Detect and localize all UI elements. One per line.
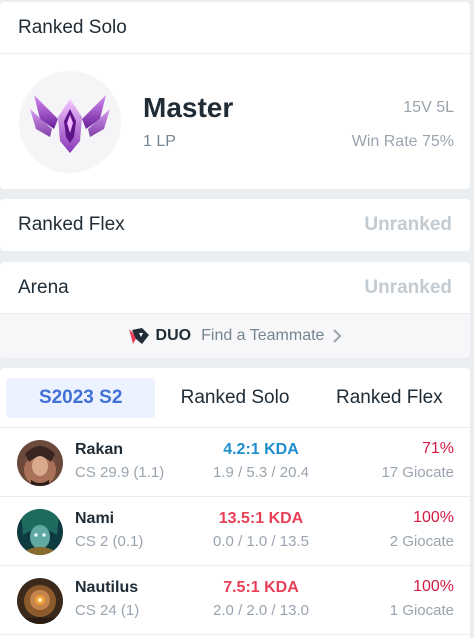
rakan-avatar xyxy=(17,440,63,486)
arena-card: Arena Unranked DUO Find a Teammate xyxy=(0,262,470,358)
tab-ranked-flex[interactable]: Ranked Flex xyxy=(315,378,464,418)
champion-row[interactable]: Nautilus CS 24 (1) 7.5:1 KDA 2.0 / 2.0 /… xyxy=(0,566,470,635)
ranked-flex-status: Unranked xyxy=(364,214,452,235)
champion-cs: CS 24 (1) xyxy=(75,602,140,619)
find-teammate-label: Find a Teammate xyxy=(201,327,325,344)
champion-name: Nami xyxy=(75,510,115,527)
champion-cs: CS 29.9 (1.1) xyxy=(75,464,165,481)
season-tabs: S2023 S2 Ranked Solo Ranked Flex xyxy=(0,368,470,428)
duo-label: DUO xyxy=(155,327,192,344)
master-emblem-icon xyxy=(19,71,121,173)
find-teammate-link[interactable]: DUO Find a Teammate xyxy=(0,314,470,358)
league-points: 1 LP xyxy=(143,133,176,150)
ranked-solo-body: Master 1 LP 15V 5L Win Rate 75% xyxy=(0,54,470,188)
champion-name: Rakan xyxy=(75,441,124,458)
ranked-flex-card: Ranked Flex Unranked xyxy=(0,199,470,251)
ranked-solo-card: Ranked Solo Master 1 LP 15V 5L Win Rate … xyxy=(0,2,470,189)
win-loss-record: 15V 5L xyxy=(403,99,454,116)
champion-row[interactable]: Rakan CS 29.9 (1.1) 4.2:1 KDA 1.9 / 5.3 … xyxy=(0,428,470,497)
champion-row[interactable]: Nami CS 2 (0.1) 13.5:1 KDA 0.0 / 1.0 / 1… xyxy=(0,497,470,566)
champion-name: Nautilus xyxy=(75,579,139,596)
tier-name: Master xyxy=(143,92,234,123)
champion-games: 1 Giocate xyxy=(389,602,454,619)
arena-status: Unranked xyxy=(364,276,452,298)
champion-games: 17 Giocate xyxy=(381,464,454,481)
champion-win-rate: 100% xyxy=(413,509,454,526)
ranked-flex-title: Ranked Flex xyxy=(18,214,125,235)
champion-kda-detail: 1.9 / 5.3 / 20.4 xyxy=(213,464,309,481)
nami-avatar xyxy=(17,509,63,555)
champion-cs: CS 2 (0.1) xyxy=(75,533,144,550)
ranked-solo-title: Ranked Solo xyxy=(18,16,127,38)
chevron-right-icon xyxy=(332,329,342,343)
champion-games: 2 Giocate xyxy=(389,533,454,550)
duo-logo-icon xyxy=(128,327,150,345)
nautilus-avatar xyxy=(17,578,63,624)
champion-win-rate: 71% xyxy=(421,440,454,457)
champion-kda-detail: 2.0 / 2.0 / 13.0 xyxy=(213,602,309,619)
win-rate: Win Rate 75% xyxy=(351,133,454,150)
champion-win-rate: 100% xyxy=(413,578,454,595)
champion-kda: 4.2:1 KDA xyxy=(223,441,299,458)
ranked-solo-header: Ranked Solo xyxy=(0,2,470,54)
champion-kda-detail: 0.0 / 1.0 / 13.5 xyxy=(213,533,309,550)
champion-kda: 7.5:1 KDA xyxy=(223,579,299,596)
champion-stats-card: S2023 S2 Ranked Solo Ranked Flex Rakan C… xyxy=(0,368,470,638)
tab-s2023-s2[interactable]: S2023 S2 xyxy=(6,377,156,418)
arena-header: Arena Unranked xyxy=(0,262,470,314)
ranked-flex-header: Ranked Flex Unranked xyxy=(0,199,470,251)
arena-title: Arena xyxy=(18,276,69,298)
champion-kda: 13.5:1 KDA xyxy=(218,510,304,527)
tab-ranked-solo[interactable]: Ranked Solo xyxy=(155,378,314,418)
